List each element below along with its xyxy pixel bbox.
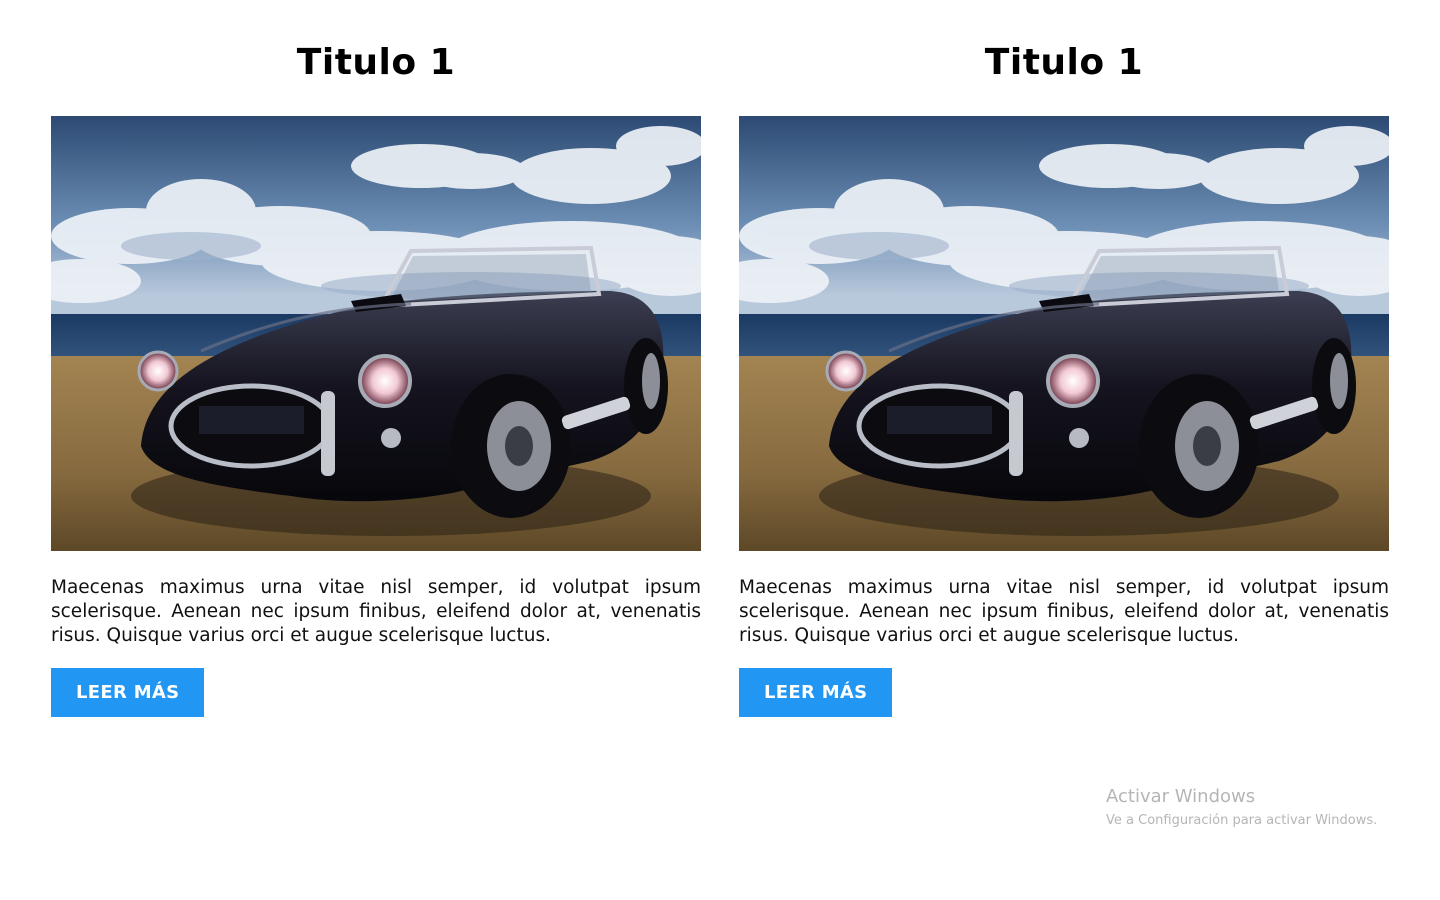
card-description: Maecenas maximus urna vitae nisl semper,…	[51, 577, 701, 646]
windows-activation-watermark: Activar Windows Ve a Configuración para …	[1106, 785, 1377, 831]
watermark-title: Activar Windows	[1106, 786, 1256, 807]
car-image	[739, 116, 1389, 551]
page: Titulo 1 Maecenas maximus urna vitae nis…	[0, 0, 1440, 900]
card-description: Maecenas maximus urna vitae nisl semper,…	[739, 577, 1389, 646]
card-title: Titulo 1	[296, 42, 456, 83]
read-more-button[interactable]: LEER MÁS	[51, 668, 205, 717]
watermark-subtitle: Ve a Configuración para activar Windows.	[1106, 813, 1378, 828]
read-more-button[interactable]: LEER MÁS	[739, 668, 893, 717]
card-title: Titulo 1	[984, 42, 1144, 83]
car-image	[51, 116, 701, 551]
